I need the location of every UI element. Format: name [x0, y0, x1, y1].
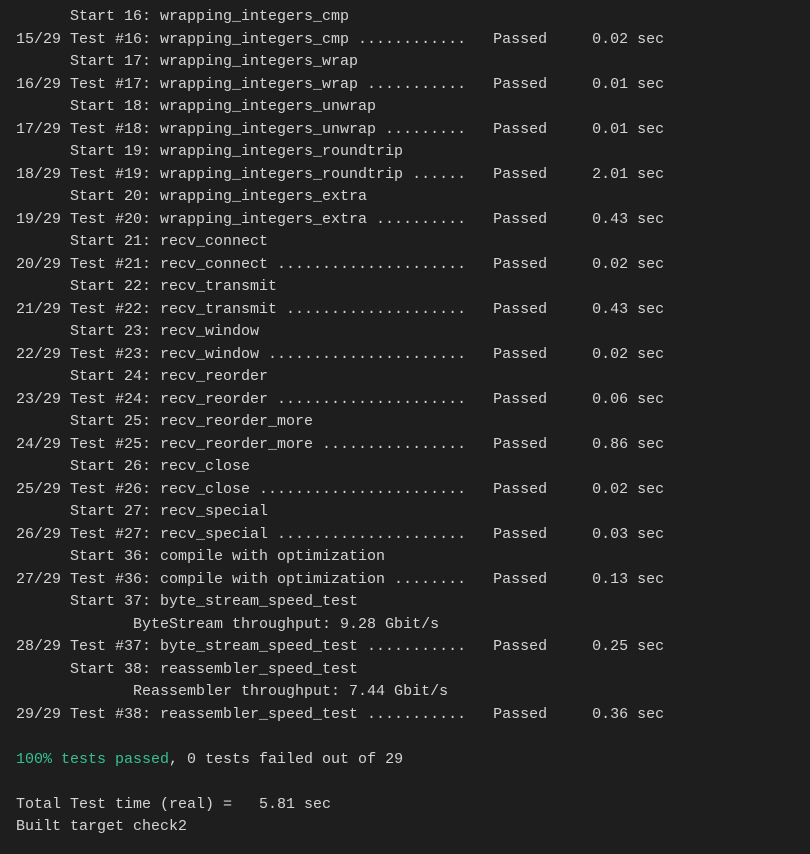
test-result-line: 16/29 Test #17: wrapping_integers_wrap .…	[0, 74, 810, 97]
test-start-line: Start 36: compile with optimization	[0, 546, 810, 569]
test-start-line: Start 25: recv_reorder_more	[0, 411, 810, 434]
test-result-line: 15/29 Test #16: wrapping_integers_cmp ..…	[0, 29, 810, 52]
test-result-line: 20/29 Test #21: recv_connect ...........…	[0, 254, 810, 277]
test-extra-line: ByteStream throughput: 9.28 Gbit/s	[0, 614, 810, 637]
test-result-line: 17/29 Test #18: wrapping_integers_unwrap…	[0, 119, 810, 142]
tests-passed-percent: 100% tests passed	[16, 751, 169, 768]
tests-summary-line: 100% tests passed, 0 tests failed out of…	[0, 749, 810, 772]
total-test-time: Total Test time (real) = 5.81 sec	[0, 794, 810, 817]
test-extra-line: Reassembler throughput: 7.44 Gbit/s	[0, 681, 810, 704]
test-result-line: 18/29 Test #19: wrapping_integers_roundt…	[0, 164, 810, 187]
test-start-line: Start 20: wrapping_integers_extra	[0, 186, 810, 209]
test-result-line: 26/29 Test #27: recv_special ...........…	[0, 524, 810, 547]
test-start-line: Start 17: wrapping_integers_wrap	[0, 51, 810, 74]
blank-line	[0, 771, 810, 794]
test-start-line: Start 19: wrapping_integers_roundtrip	[0, 141, 810, 164]
test-result-line: 19/29 Test #20: wrapping_integers_extra …	[0, 209, 810, 232]
test-start-line: Start 16: wrapping_integers_cmp	[0, 6, 810, 29]
terminal-output: Start 16: wrapping_integers_cmp15/29 Tes…	[0, 6, 810, 839]
test-result-line: 29/29 Test #38: reassembler_speed_test .…	[0, 704, 810, 727]
test-result-line: 22/29 Test #23: recv_window ............…	[0, 344, 810, 367]
test-start-line: Start 27: recv_special	[0, 501, 810, 524]
tests-summary-rest: , 0 tests failed out of 29	[169, 751, 403, 768]
test-start-line: Start 23: recv_window	[0, 321, 810, 344]
test-start-line: Start 37: byte_stream_speed_test	[0, 591, 810, 614]
test-start-line: Start 26: recv_close	[0, 456, 810, 479]
test-result-line: 25/29 Test #26: recv_close .............…	[0, 479, 810, 502]
test-start-line: Start 22: recv_transmit	[0, 276, 810, 299]
test-result-line: 23/29 Test #24: recv_reorder ...........…	[0, 389, 810, 412]
built-target-line: Built target check2	[0, 816, 810, 839]
blank-line	[0, 726, 810, 749]
test-start-line: Start 21: recv_connect	[0, 231, 810, 254]
test-result-line: 27/29 Test #36: compile with optimizatio…	[0, 569, 810, 592]
test-result-line: 21/29 Test #22: recv_transmit ..........…	[0, 299, 810, 322]
test-start-line: Start 24: recv_reorder	[0, 366, 810, 389]
test-start-line: Start 18: wrapping_integers_unwrap	[0, 96, 810, 119]
test-start-line: Start 38: reassembler_speed_test	[0, 659, 810, 682]
test-result-line: 28/29 Test #37: byte_stream_speed_test .…	[0, 636, 810, 659]
test-result-line: 24/29 Test #25: recv_reorder_more ......…	[0, 434, 810, 457]
